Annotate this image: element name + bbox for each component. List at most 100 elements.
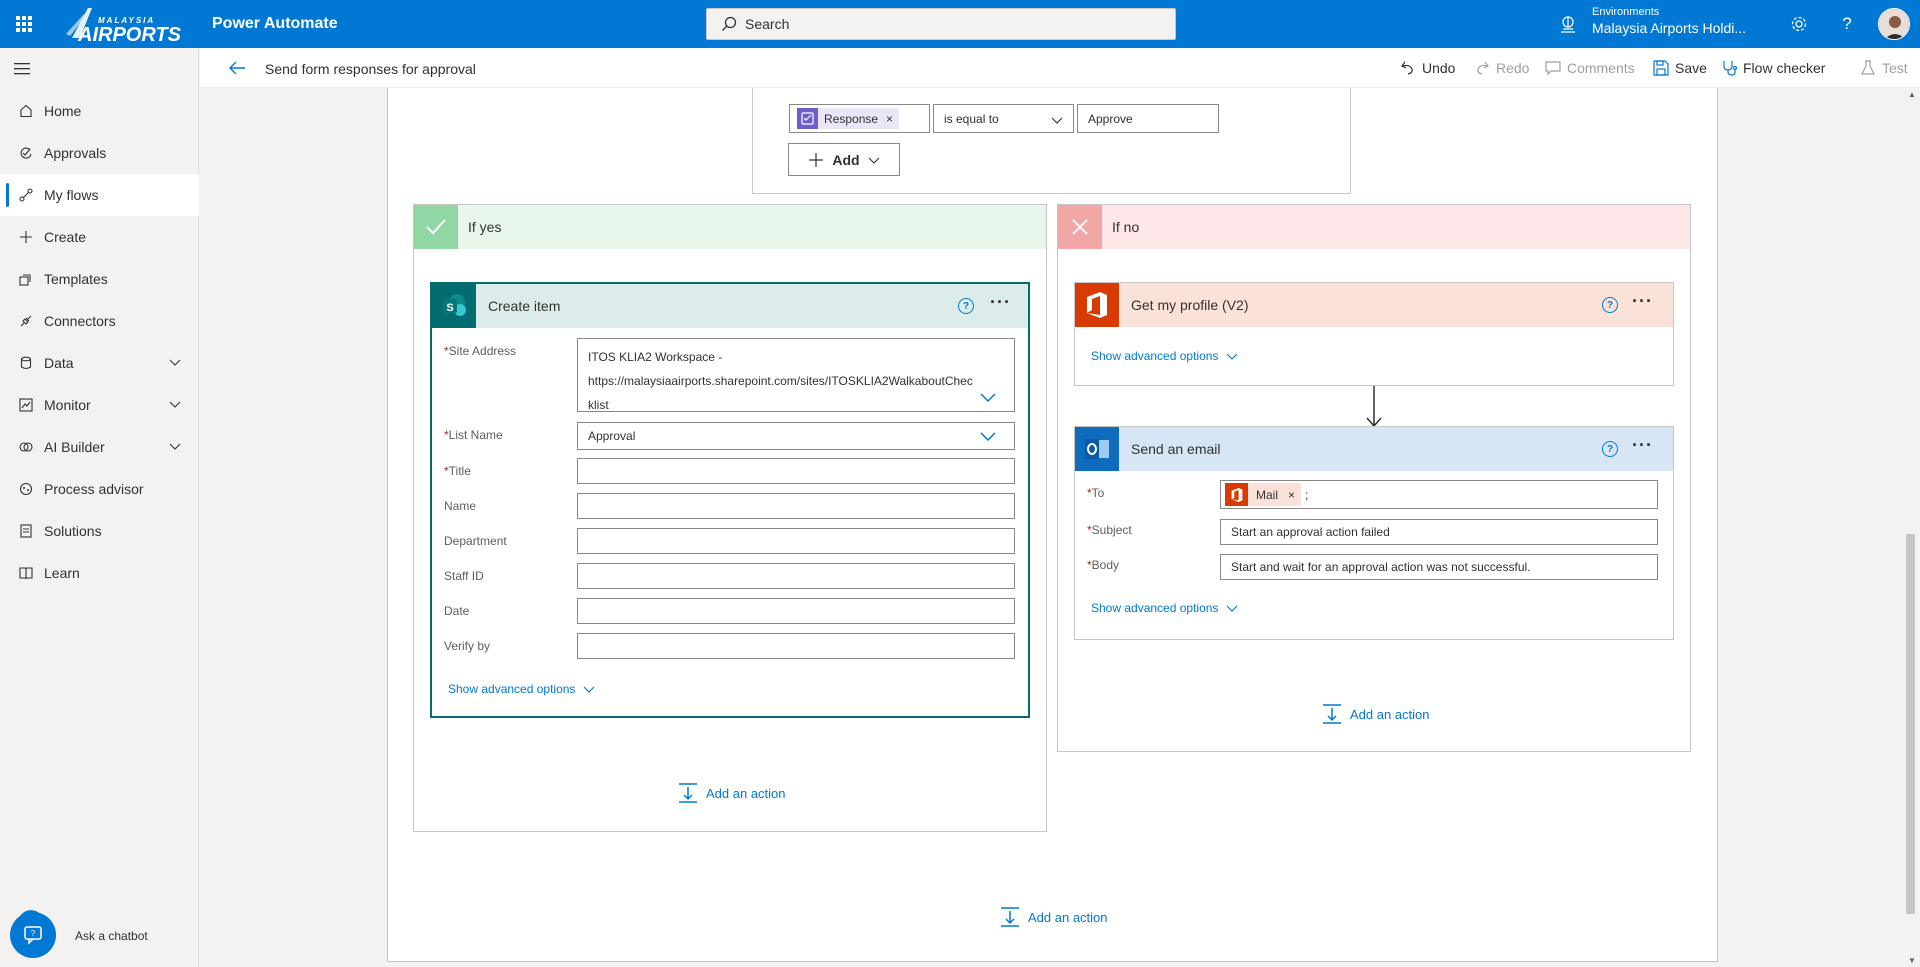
body-input[interactable]: Start and wait for an approval action wa… (1220, 554, 1658, 580)
more-options-icon[interactable]: ··· (1632, 436, 1653, 454)
condition-left-operand[interactable]: Response × (789, 104, 930, 133)
sidebar-item-monitor[interactable]: Monitor (0, 384, 199, 426)
scroll-up-arrow-icon[interactable]: ▲ (1908, 90, 1916, 99)
sidebar-item-label: Create (44, 229, 87, 245)
show-advanced-options-link[interactable]: Show advanced options (1091, 601, 1238, 615)
add-action-button-no[interactable]: Add an action (1322, 704, 1430, 724)
show-advanced-options-label: Show advanced options (1091, 349, 1219, 363)
chatbot-label[interactable]: Ask a chatbot (75, 929, 148, 943)
scroll-down-arrow-icon[interactable]: ▼ (1908, 956, 1916, 965)
user-avatar[interactable] (1878, 8, 1910, 40)
more-options-icon[interactable]: ··· (990, 293, 1011, 311)
undo-icon (1401, 61, 1413, 75)
send-email-title: Send an email (1131, 441, 1221, 457)
condition-value-input[interactable]: Approve (1077, 104, 1219, 133)
sidebar-item-data[interactable]: Data (0, 342, 199, 384)
sidebar-item-process-advisor[interactable]: Process advisor (0, 468, 199, 510)
add-action-button-main[interactable]: Add an action (1000, 907, 1108, 927)
undo-label: Undo (1422, 60, 1456, 76)
title-input[interactable] (577, 458, 1015, 484)
left-navigation: Home Approvals My flows Create Templates… (0, 48, 199, 967)
list-name-label: *List Name (444, 428, 503, 442)
sidebar-item-my-flows[interactable]: My flows (0, 174, 199, 216)
test-button[interactable]: Test (1860, 60, 1908, 76)
ai-builder-icon (18, 439, 34, 455)
sidebar-item-label: Templates (44, 271, 108, 287)
app-name[interactable]: Power Automate (212, 15, 338, 33)
add-action-label: Add an action (706, 785, 786, 801)
search-icon (722, 16, 737, 31)
learn-icon (18, 565, 34, 581)
chatbot-button[interactable]: ? (10, 912, 56, 958)
collapse-nav-button[interactable] (14, 62, 32, 79)
list-name-dropdown[interactable]: Approval (577, 422, 1015, 450)
add-condition-button[interactable]: Add (788, 143, 900, 176)
title-label: *Title (444, 464, 471, 478)
save-button[interactable]: Save (1653, 60, 1707, 76)
search-box[interactable]: Search (706, 8, 1176, 40)
sidebar-item-label: My flows (44, 187, 99, 203)
sidebar-item-learn[interactable]: Learn (0, 552, 199, 594)
staff-id-input[interactable] (577, 563, 1015, 589)
show-advanced-options-link[interactable]: Show advanced options (448, 682, 595, 696)
solutions-icon (18, 523, 34, 539)
process-advisor-icon (18, 481, 34, 497)
settings-button[interactable] (1787, 12, 1811, 36)
help-icon[interactable]: ? (1602, 297, 1618, 313)
app-launcher-button[interactable] (0, 0, 48, 48)
sidebar-item-solutions[interactable]: Solutions (0, 510, 199, 552)
if-yes-header[interactable]: If yes (414, 205, 1046, 249)
to-input[interactable]: Mail × ; (1220, 480, 1658, 509)
comments-button[interactable]: Comments (1545, 60, 1635, 76)
mail-token[interactable]: Mail × (1225, 483, 1302, 506)
help-icon[interactable]: ? (958, 298, 974, 314)
environment-icon[interactable] (1558, 14, 1578, 34)
chevron-down-icon (169, 443, 181, 450)
site-address-label: *Site Address (444, 344, 517, 358)
staff-id-label: Staff ID (444, 569, 484, 583)
environment-name[interactable]: Malaysia Airports Holdi... (1592, 20, 1746, 36)
chevron-down-icon (1051, 117, 1063, 124)
back-arrow-icon[interactable] (228, 60, 246, 76)
subject-input[interactable]: Start an approval action failed (1220, 519, 1658, 545)
scrollbar-thumb[interactable] (1906, 534, 1915, 914)
create-item-header[interactable]: S Create item (432, 284, 1028, 328)
site-address-dropdown[interactable]: ITOS KLIA2 Workspace - https://malaysiaa… (577, 338, 1015, 412)
malaysia-airports-logo[interactable]: MALAYSIA AIRPORTS (58, 4, 182, 46)
logo-text-main: AIRPORTS (78, 24, 181, 46)
date-label: Date (444, 604, 470, 618)
hamburger-icon (14, 63, 30, 75)
add-action-button-yes[interactable]: Add an action (678, 783, 786, 803)
operator-value: is equal to (944, 111, 999, 126)
create-item-title: Create item (488, 298, 561, 314)
flow-checker-button[interactable]: Flow checker (1721, 60, 1825, 76)
sidebar-item-approvals[interactable]: Approvals (0, 132, 199, 174)
redo-button[interactable]: Redo (1474, 60, 1529, 76)
department-input[interactable] (577, 528, 1015, 554)
show-advanced-options-link[interactable]: Show advanced options (1091, 349, 1238, 363)
add-action-icon (1001, 907, 1019, 927)
remove-token-icon[interactable]: × (886, 112, 893, 126)
get-my-profile-header[interactable]: Get my profile (V2) (1075, 283, 1673, 327)
sidebar-item-ai-builder[interactable]: AI Builder (0, 426, 199, 468)
sidebar-item-templates[interactable]: Templates (0, 258, 199, 300)
help-icon[interactable]: ? (1602, 441, 1618, 457)
sidebar-item-home[interactable]: Home (0, 90, 199, 132)
site-address-line: ITOS KLIA2 Workspace - (588, 350, 723, 364)
operator-dropdown[interactable]: is equal to (933, 104, 1074, 133)
date-input[interactable] (577, 598, 1015, 624)
verify-by-input[interactable] (577, 633, 1015, 659)
sidebar-item-connectors[interactable]: Connectors (0, 300, 199, 342)
get-my-profile-title: Get my profile (V2) (1131, 297, 1249, 313)
condition-value: Approve (1088, 111, 1133, 126)
if-no-header[interactable]: If no (1058, 205, 1690, 249)
undo-button[interactable]: Undo (1400, 60, 1455, 76)
help-button[interactable]: ? (1835, 12, 1859, 36)
send-email-header[interactable]: Send an email (1075, 427, 1673, 471)
remove-token-icon[interactable]: × (1288, 488, 1295, 502)
sidebar-item-create[interactable]: Create (0, 216, 199, 258)
connector-arrow-icon (1366, 386, 1382, 428)
more-options-icon[interactable]: ··· (1632, 292, 1653, 310)
response-token[interactable]: Response × (797, 108, 900, 129)
name-input[interactable] (577, 493, 1015, 519)
